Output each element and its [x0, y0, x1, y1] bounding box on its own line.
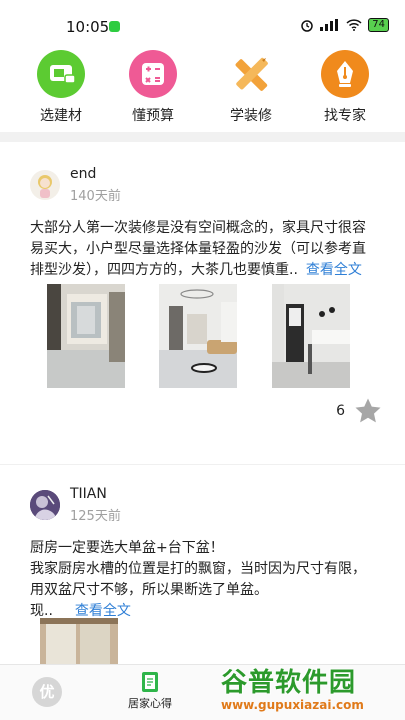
post-line: 现.. [30, 603, 53, 619]
avatar[interactable] [30, 170, 60, 200]
post-line: 我家厨房水槽的位置是打的飘窗，当时因为尺寸有限， [30, 561, 366, 577]
post-age: 125天前 [70, 509, 121, 524]
nav-label: 懂预算 [132, 108, 174, 124]
read-more-link[interactable]: 查看全文 [75, 603, 131, 619]
notebook-icon [142, 672, 158, 692]
post-photo[interactable] [47, 284, 125, 388]
nav-label: 选建材 [40, 108, 82, 124]
author-name: end [70, 166, 97, 182]
home-logo-icon: 优 [32, 677, 62, 707]
nav-budget[interactable]: 懂预算 [108, 50, 198, 125]
nav-find-expert[interactable]: 找专家 [300, 50, 390, 125]
watermark-title: 谷普软件园 [221, 668, 357, 698]
post-line: 用双盆尺寸不够，所以果断选了单盆。 [30, 582, 268, 598]
read-more-link[interactable]: 查看全文 [306, 262, 362, 278]
calculator-icon [129, 50, 177, 98]
post-photo[interactable] [40, 618, 118, 664]
tab-label: 居家心得 [128, 697, 172, 710]
avatar[interactable] [30, 490, 60, 520]
status-icons: 74 [300, 18, 389, 32]
materials-icon [37, 50, 85, 98]
post-card[interactable]: TIIAN 125天前 厨房一定要选大单盆+台下盆！ 我家厨房水槽的位置是打的飘… [0, 470, 405, 664]
signal-icon [320, 19, 339, 31]
post-card[interactable]: end 140天前 大部分人第一次装修是没有空间概念的，家具尺寸很容易买大，小户… [0, 142, 405, 442]
post-photo[interactable] [159, 284, 237, 388]
wechat-icon [109, 21, 120, 32]
section-divider [0, 132, 405, 142]
post-author[interactable]: TIIAN 125天前 [30, 486, 121, 524]
status-bar: 10:05 74 [0, 0, 405, 40]
tab-home[interactable]: 优 [32, 677, 62, 709]
post-age: 140天前 [70, 189, 121, 204]
post-author[interactable]: end 140天前 [30, 166, 121, 204]
pen-nib-icon [321, 50, 369, 98]
post-text[interactable]: 大部分人第一次装修是没有空间概念的，家具尺寸很容易买大，小户型尽量选择体量轻盈的… [30, 218, 375, 281]
like-count: 6 [336, 403, 345, 419]
nav-label: 学装修 [230, 108, 272, 124]
nav-label: 找专家 [324, 108, 366, 124]
status-time: 10:05 [66, 18, 110, 36]
site-watermark: 谷普软件园 www.gupuxiazai.com [221, 668, 401, 716]
post-line: 厨房一定要选大单盆+台下盆！ [30, 540, 224, 556]
star-icon[interactable] [353, 396, 383, 426]
nav-learn-decor[interactable]: 学装修 [206, 50, 296, 125]
ruler-pencil-icon [227, 50, 275, 98]
post-divider [0, 464, 405, 465]
author-name: TIIAN [70, 486, 107, 502]
post-photo[interactable] [272, 284, 350, 388]
quick-nav: 选建材 懂预算 学装修 找专家 [0, 50, 405, 130]
like-area[interactable]: 6 [336, 396, 383, 426]
battery-icon: 74 [368, 18, 389, 32]
tab-notes[interactable]: 居家心得 [128, 671, 172, 711]
post-text[interactable]: 厨房一定要选大单盆+台下盆！ 我家厨房水槽的位置是打的飘窗，当时因为尺寸有限， … [30, 538, 375, 622]
home-logo-text: 优 [39, 683, 55, 701]
alarm-icon [301, 20, 314, 32]
wifi-icon [346, 19, 362, 31]
watermark-url: www.gupuxiazai.com [221, 698, 364, 712]
nav-building-materials[interactable]: 选建材 [16, 50, 106, 125]
